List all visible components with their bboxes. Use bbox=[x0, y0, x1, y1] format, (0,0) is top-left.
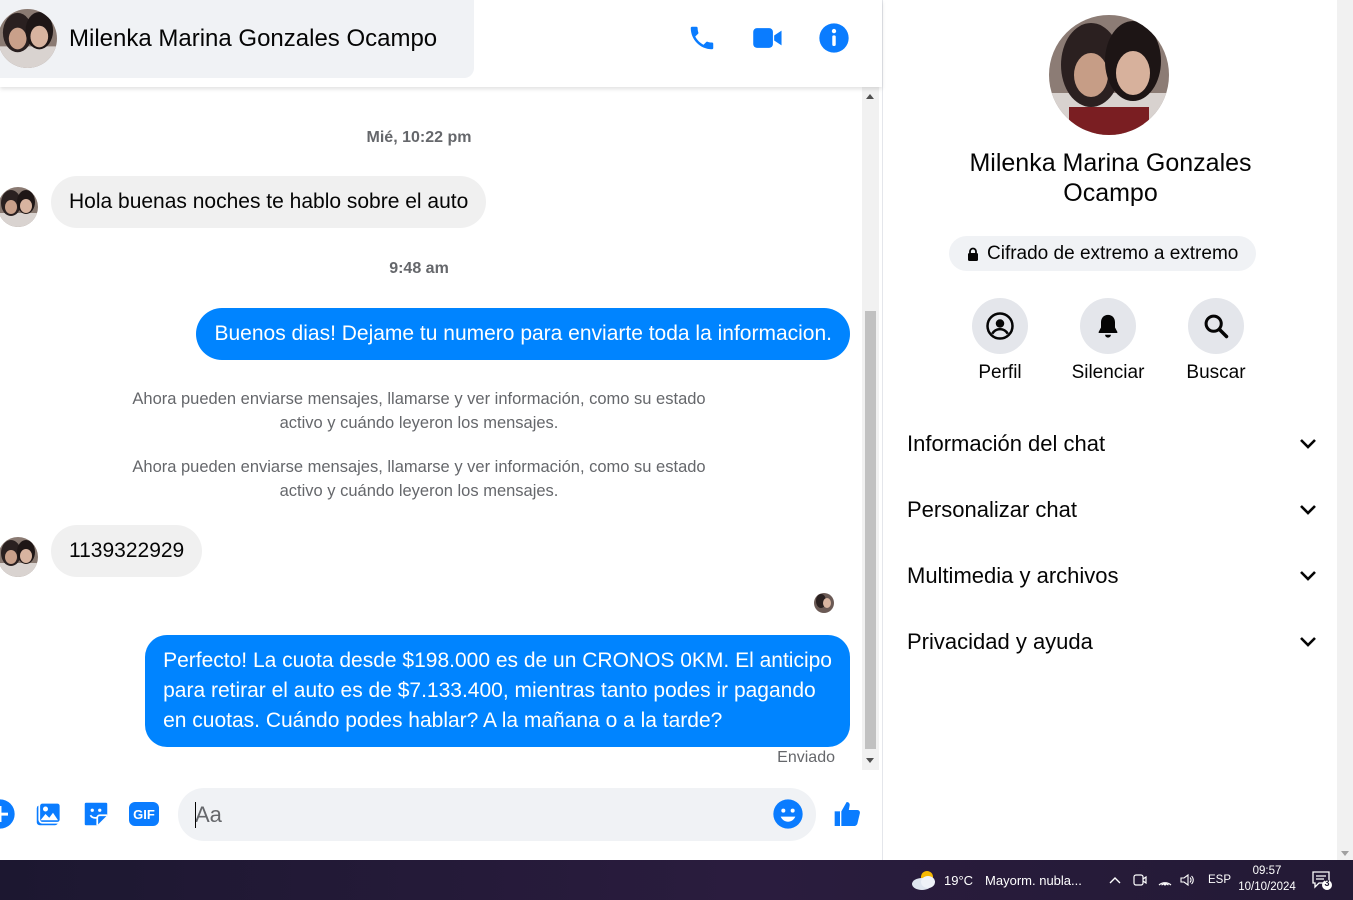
scroll-thumb[interactable] bbox=[865, 311, 876, 749]
contact-avatar-small[interactable] bbox=[0, 187, 38, 227]
encryption-badge[interactable]: Cifrado de extremo a extremo bbox=[949, 236, 1257, 271]
plus-icon[interactable] bbox=[0, 798, 16, 830]
chat-header: Milenka Marina Gonzales Ocampo bbox=[0, 0, 882, 87]
profile-name-line: Milenka Marina Gonzales bbox=[969, 149, 1252, 177]
contact-name[interactable]: Milenka Marina Gonzales Ocampo bbox=[69, 25, 437, 53]
read-receipt-avatar bbox=[814, 593, 834, 613]
windows-taskbar: 19°C Mayorm. nubla... ESP 09:57 10/10/20… bbox=[0, 860, 1353, 900]
incoming-message[interactable]: 1139322929 bbox=[51, 525, 203, 577]
search-icon bbox=[1188, 298, 1244, 354]
photo-icon[interactable] bbox=[32, 798, 64, 830]
system-notice-line: Ahora pueden enviarse mensajes, llamarse… bbox=[132, 458, 706, 476]
contact-avatar-small[interactable] bbox=[0, 537, 38, 577]
profile-name-line: Ocampo bbox=[1063, 179, 1158, 207]
scroll-up-arrow[interactable] bbox=[866, 94, 874, 99]
volume-icon[interactable] bbox=[1179, 860, 1195, 900]
messenger-window: Milenka Marina Gonzales Ocampo Mié, 10:2… bbox=[0, 0, 1353, 900]
clock-time: 09:57 bbox=[1252, 865, 1282, 877]
section-label: Personalizar chat bbox=[907, 497, 1077, 522]
bell-icon bbox=[1080, 298, 1136, 354]
notification-count: 3 bbox=[1324, 878, 1330, 888]
system-clock[interactable]: 09:57 10/10/2024 bbox=[1232, 863, 1302, 895]
section-label: Información del chat bbox=[907, 431, 1106, 456]
system-notice-line: activo y cuándo leyeron los mensajes. bbox=[279, 414, 559, 432]
clock-date: 10/10/2024 bbox=[1238, 881, 1296, 893]
meet-now-icon[interactable] bbox=[1132, 860, 1148, 900]
search-label: Buscar bbox=[1186, 362, 1246, 383]
timestamp: 9:48 am bbox=[389, 260, 449, 277]
contact-header-button[interactable]: Milenka Marina Gonzales Ocampo bbox=[0, 0, 474, 78]
mute-label: Silenciar bbox=[1071, 362, 1145, 383]
chat-pane: Milenka Marina Gonzales Ocampo Mié, 10:2… bbox=[0, 0, 882, 860]
section-privacy-help[interactable]: Privacidad y ayuda bbox=[907, 617, 1317, 667]
contact-avatar[interactable] bbox=[0, 9, 57, 68]
incoming-message[interactable]: Hola buenas noches te hablo sobre el aut… bbox=[51, 176, 487, 228]
section-customize-chat[interactable]: Personalizar chat bbox=[907, 485, 1317, 535]
message-line: en cuotas. Cuándo podes hablar? A la mañ… bbox=[163, 709, 723, 732]
message-input[interactable] bbox=[178, 788, 816, 841]
section-label: Multimedia y archivos bbox=[907, 563, 1119, 588]
profile-name: Milenka Marina Gonzales Ocampo bbox=[923, 148, 1298, 208]
info-icon[interactable] bbox=[816, 20, 852, 56]
system-notice-line: activo y cuándo leyeron los mensajes. bbox=[279, 482, 559, 500]
weather-widget[interactable]: 19°C Mayorm. nubla... bbox=[910, 860, 1082, 900]
composer: GIF bbox=[0, 770, 882, 860]
gif-icon[interactable]: GIF bbox=[127, 798, 161, 830]
chevron-down-icon bbox=[1300, 571, 1316, 581]
chevron-down-icon bbox=[1300, 637, 1316, 647]
chevron-down-icon bbox=[1300, 439, 1316, 449]
profile-avatar[interactable] bbox=[1049, 15, 1169, 135]
system-notice: Ahora pueden enviarse mensajes, llamarse… bbox=[0, 387, 838, 435]
thumbs-up-icon[interactable] bbox=[832, 798, 864, 830]
mute-button[interactable]: Silenciar bbox=[1063, 298, 1153, 384]
section-label: Privacidad y ayuda bbox=[907, 629, 1093, 654]
cloud-sun-icon bbox=[912, 871, 935, 890]
outgoing-message[interactable]: Perfecto! La cuota desde $198.000 es de … bbox=[145, 635, 850, 747]
weather-text: Mayorm. nubla... bbox=[985, 872, 1082, 888]
chevron-down-icon bbox=[1300, 505, 1316, 515]
outgoing-message[interactable]: Buenos dias! Dejame tu numero para envia… bbox=[196, 308, 850, 360]
chat-info-panel: Milenka Marina Gonzales Ocampo Cifrado d… bbox=[882, 0, 1337, 860]
language-indicator[interactable]: ESP bbox=[1208, 860, 1231, 900]
weather-temp: 19°C bbox=[944, 872, 974, 888]
chat-scrollbar[interactable] bbox=[862, 87, 879, 770]
text-caret bbox=[195, 802, 196, 828]
notifications-icon[interactable]: 3 bbox=[1311, 860, 1333, 900]
page-scrollbar[interactable] bbox=[1337, 0, 1353, 860]
timestamp: Mié, 10:22 pm bbox=[366, 129, 472, 146]
system-notice-line: Ahora pueden enviarse mensajes, llamarse… bbox=[132, 390, 706, 408]
encryption-label: Cifrado de extremo a extremo bbox=[987, 242, 1239, 264]
sent-status: Enviado bbox=[777, 749, 835, 766]
scroll-down-arrow[interactable] bbox=[1341, 851, 1349, 856]
emoji-icon[interactable] bbox=[772, 798, 804, 830]
chevron-up-icon[interactable] bbox=[1108, 860, 1122, 900]
profile-button[interactable]: Perfil bbox=[955, 298, 1045, 384]
sticker-icon[interactable] bbox=[80, 798, 112, 830]
scroll-down-arrow[interactable] bbox=[866, 758, 874, 763]
section-media-files[interactable]: Multimedia y archivos bbox=[907, 551, 1317, 601]
message-list[interactable]: Mié, 10:22 pm Hola buenas noches te habl… bbox=[0, 87, 862, 770]
phone-icon[interactable] bbox=[684, 20, 720, 56]
message-line: para retirar el auto es de $7.133.400, m… bbox=[163, 679, 816, 702]
profile-icon bbox=[972, 298, 1028, 354]
wifi-icon[interactable] bbox=[1157, 860, 1173, 900]
section-chat-info[interactable]: Información del chat bbox=[907, 419, 1317, 469]
system-notice: Ahora pueden enviarse mensajes, llamarse… bbox=[0, 455, 838, 503]
search-button[interactable]: Buscar bbox=[1171, 298, 1261, 384]
gif-label: GIF bbox=[133, 807, 155, 822]
video-camera-icon[interactable] bbox=[750, 20, 786, 56]
lock-icon bbox=[968, 247, 978, 261]
message-line: Perfecto! La cuota desde $198.000 es de … bbox=[163, 649, 832, 672]
profile-label: Perfil bbox=[978, 362, 1022, 383]
